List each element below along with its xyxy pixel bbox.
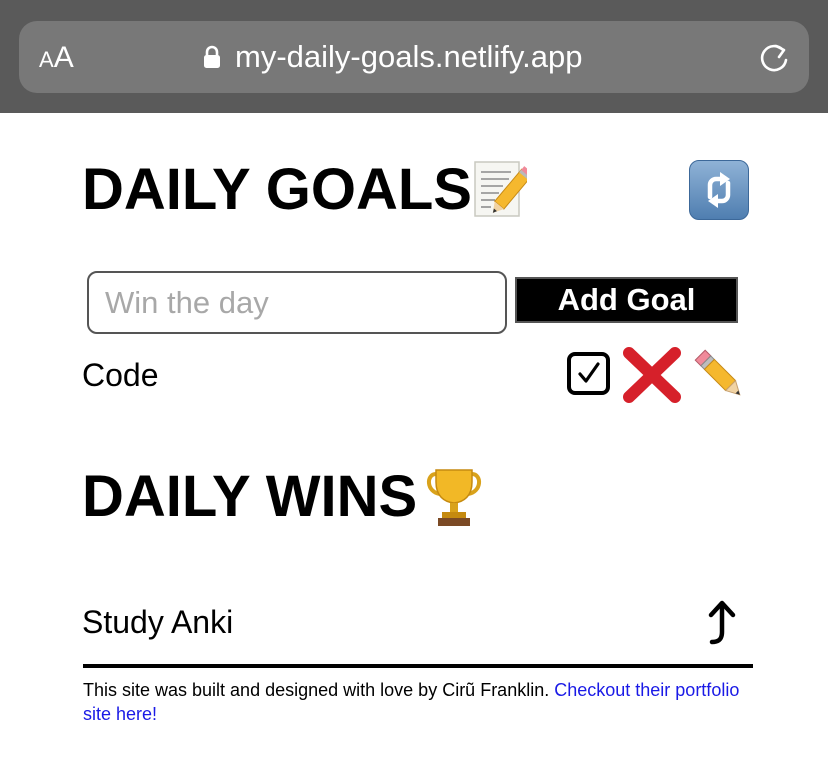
win-item-text: Study Anki (82, 604, 234, 640)
reload-icon[interactable] (757, 41, 791, 75)
goal-item-text: Code (82, 357, 159, 393)
daily-goals-title: DAILY GOALS (82, 157, 472, 222)
memo-icon (474, 161, 527, 217)
url-text[interactable]: my-daily-goals.netlify.app (235, 38, 582, 76)
footer: This site was built and designed with lo… (83, 678, 763, 726)
check-icon[interactable] (567, 352, 610, 395)
lock-icon (204, 45, 220, 68)
footer-text: This site was built and designed with lo… (83, 680, 550, 700)
cross-icon[interactable] (621, 345, 683, 405)
browser-chrome: AA my-daily-goals.netlify.app (0, 0, 828, 113)
add-goal-button[interactable]: Add Goal (515, 277, 738, 323)
trophy-icon (427, 469, 481, 526)
divider (83, 664, 753, 668)
address-bar[interactable]: AA my-daily-goals.netlify.app (19, 21, 809, 93)
undo-arrow-icon[interactable] (706, 598, 750, 646)
refresh-arrows-icon[interactable] (689, 160, 749, 220)
daily-wins-title: DAILY WINS (82, 464, 418, 529)
goal-input[interactable] (87, 271, 507, 334)
text-size-button[interactable]: AA (39, 41, 74, 77)
pencil-icon[interactable] (690, 345, 750, 405)
